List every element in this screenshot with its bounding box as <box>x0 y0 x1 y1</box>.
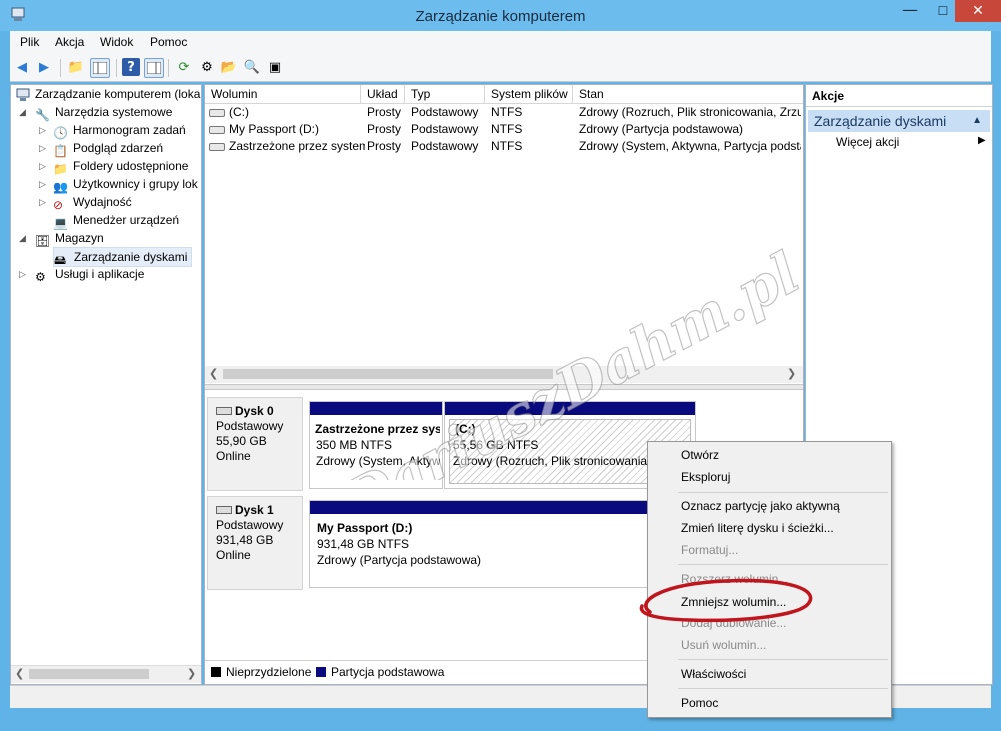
forward-icon[interactable]: ▶ <box>35 58 53 76</box>
show-hide-tree-icon[interactable] <box>90 58 110 78</box>
maximize-button[interactable]: ☐ <box>930 0 956 22</box>
volume-list-header: Wolumin Układ Typ System plików Stan <box>205 85 803 104</box>
col-header-type[interactable]: Typ <box>405 85 485 103</box>
annotation-highlight-ellipse <box>639 578 813 623</box>
tree-item-storage[interactable]: 🗄 Magazyn <box>35 229 104 248</box>
event-viewer-icon: 📋 <box>53 143 68 158</box>
tree-item-event-viewer[interactable]: 📋 Podgląd zdarzeń <box>53 139 163 158</box>
performance-icon: ⊘ <box>53 197 64 212</box>
menu-item-change-letter[interactable]: Zmień literę dysku i ścieżki... <box>681 518 834 538</box>
tree-scroll-thumb[interactable] <box>29 669 149 679</box>
clock-icon: 🕓 <box>53 125 68 140</box>
menu-action[interactable]: Akcja <box>55 35 84 49</box>
show-action-pane-icon[interactable] <box>144 58 164 78</box>
volume-scroll-thumb[interactable] <box>223 369 553 379</box>
menu-help[interactable]: Pomoc <box>150 35 187 49</box>
volume-icon <box>209 142 225 151</box>
scroll-left-icon[interactable]: ❮ <box>209 367 218 380</box>
more-actions-link[interactable]: Więcej akcji <box>836 135 899 149</box>
disk-icon <box>216 506 232 514</box>
disk-icon <box>216 407 232 415</box>
shared-folder-icon: 📁 <box>53 161 68 176</box>
col-header-volume[interactable]: Wolumin <box>205 85 361 103</box>
toolbar: ◀ ▶ 📁 ? ⟳ ⚙ 📂 🔍 ▣ <box>10 53 991 82</box>
menu-view[interactable]: Widok <box>100 35 133 49</box>
collapse-arrow-icon[interactable]: ◢ <box>19 108 26 118</box>
open-folder-icon[interactable]: 📂 <box>220 58 238 76</box>
expand-arrow-icon[interactable]: ▷ <box>39 180 46 190</box>
scroll-right-icon[interactable]: ❯ <box>187 667 196 680</box>
menu-item-properties[interactable]: Właściwości <box>681 664 746 684</box>
partition-bar <box>310 501 695 514</box>
scroll-left-icon[interactable]: ❮ <box>15 667 24 680</box>
tree-item-performance[interactable]: ⊘ Wydajność <box>53 193 132 212</box>
settings-icon[interactable]: ⚙ <box>198 58 216 76</box>
disk-management-icon: 🖴 <box>54 252 67 267</box>
col-header-status[interactable]: Stan <box>573 85 803 103</box>
refresh-icon[interactable]: ⟳ <box>175 58 193 76</box>
tree-item-users-groups[interactable]: 👥 Użytkownicy i grupy lok <box>53 175 198 194</box>
tree-item-services-apps[interactable]: ⚙ Usługi i aplikacje <box>35 265 144 284</box>
partition-bar <box>445 402 695 415</box>
expand-arrow-icon[interactable]: ▷ <box>39 144 46 154</box>
close-button[interactable]: ✕ <box>955 0 1001 22</box>
volume-list-scrollbar[interactable]: ❮ ❯ <box>205 366 803 383</box>
menu-item-help[interactable]: Pomoc <box>681 693 718 713</box>
volume-icon <box>209 108 225 117</box>
services-icon: ⚙ <box>35 269 46 284</box>
disk-1-header[interactable]: Dysk 1 Podstawowy 931,48 GB Online <box>207 496 303 590</box>
partition-reserved[interactable]: Zastrzeżone przez sys 350 MB NTFS Zdrowy… <box>309 401 443 489</box>
col-header-filesystem[interactable]: System plików <box>485 85 573 103</box>
expand-arrow-icon[interactable]: ▷ <box>39 126 46 136</box>
expand-arrow-icon[interactable]: ▷ <box>39 198 46 208</box>
col-header-layout[interactable]: Układ <box>361 85 405 103</box>
scroll-right-icon[interactable]: ❯ <box>787 367 796 380</box>
users-icon: 👥 <box>53 179 68 194</box>
tree-root[interactable]: Zarządzanie komputerem (loka <box>15 85 200 103</box>
menu-item-explore[interactable]: Eksploruj <box>681 467 730 487</box>
device-manager-icon: 💻 <box>53 215 68 230</box>
up-folder-icon[interactable]: 📁 <box>67 58 85 76</box>
properties-icon[interactable]: ▣ <box>266 58 284 76</box>
submenu-arrow-icon[interactable]: ▶ <box>978 135 986 146</box>
menu-item-delete: Usuń wolumin... <box>681 638 767 652</box>
menu-bar: Plik Akcja Widok Pomoc <box>10 31 991 54</box>
tree-item-shared-folders[interactable]: 📁 Foldery udostępnione <box>53 157 188 176</box>
back-icon[interactable]: ◀ <box>13 58 31 76</box>
expand-arrow-icon[interactable]: ▷ <box>19 270 26 280</box>
storage-icon: 🗄 <box>35 233 51 248</box>
actions-title: Akcje <box>806 85 992 107</box>
expand-arrow-icon[interactable]: ▷ <box>39 162 46 172</box>
tree-item-system-tools[interactable]: 🔧 Narzędzia systemowe <box>35 103 172 122</box>
search-icon[interactable]: 🔍 <box>243 58 261 76</box>
pane-splitter[interactable] <box>205 384 803 390</box>
partition-bar <box>310 402 442 415</box>
menu-file[interactable]: Plik <box>20 35 39 49</box>
navigation-tree: Zarządzanie komputerem (loka ◢ 🔧 Narzędzi… <box>10 84 202 685</box>
collapse-up-icon[interactable]: ▲ <box>972 110 982 132</box>
window-title: Zarządzanie komputerem <box>415 8 586 25</box>
computer-management-icon <box>15 88 31 102</box>
menu-item-format: Formatuj... <box>681 543 739 557</box>
volume-icon <box>209 125 225 134</box>
table-row[interactable]: My Passport (D:) Prosty Podstawowy NTFS … <box>205 121 803 138</box>
legend-unallocated-swatch <box>211 667 221 677</box>
table-row[interactable]: Zastrzeżone przez system Prosty Podstawo… <box>205 138 803 155</box>
help-icon[interactable]: ? <box>122 58 140 76</box>
tools-icon: 🔧 <box>35 107 50 122</box>
tree-item-disk-management[interactable]: 🖴 Zarządzanie dyskami <box>53 247 193 267</box>
collapse-arrow-icon[interactable]: ◢ <box>19 234 26 244</box>
menu-item-open[interactable]: Otwórz <box>681 445 719 465</box>
menu-item-mark-active[interactable]: Oznacz partycję jako aktywną <box>681 496 840 516</box>
disk-0-header[interactable]: Dysk 0 Podstawowy 55,90 GB Online <box>207 397 303 491</box>
minimize-button[interactable]: — <box>890 0 930 22</box>
tree-item-scheduler[interactable]: 🕓 Harmonogram zadań <box>53 121 186 140</box>
tree-item-device-manager[interactable]: 💻 Menedżer urządzeń <box>53 211 179 230</box>
tree-horizontal-scrollbar[interactable]: ❮ ❯ <box>11 665 201 683</box>
legend-primary-swatch <box>316 667 326 677</box>
actions-section-disk-management[interactable]: Zarządzanie dyskami ▲ <box>808 110 990 132</box>
table-row[interactable]: (C:) Prosty Podstawowy NTFS Zdrowy (Rozr… <box>205 104 803 121</box>
